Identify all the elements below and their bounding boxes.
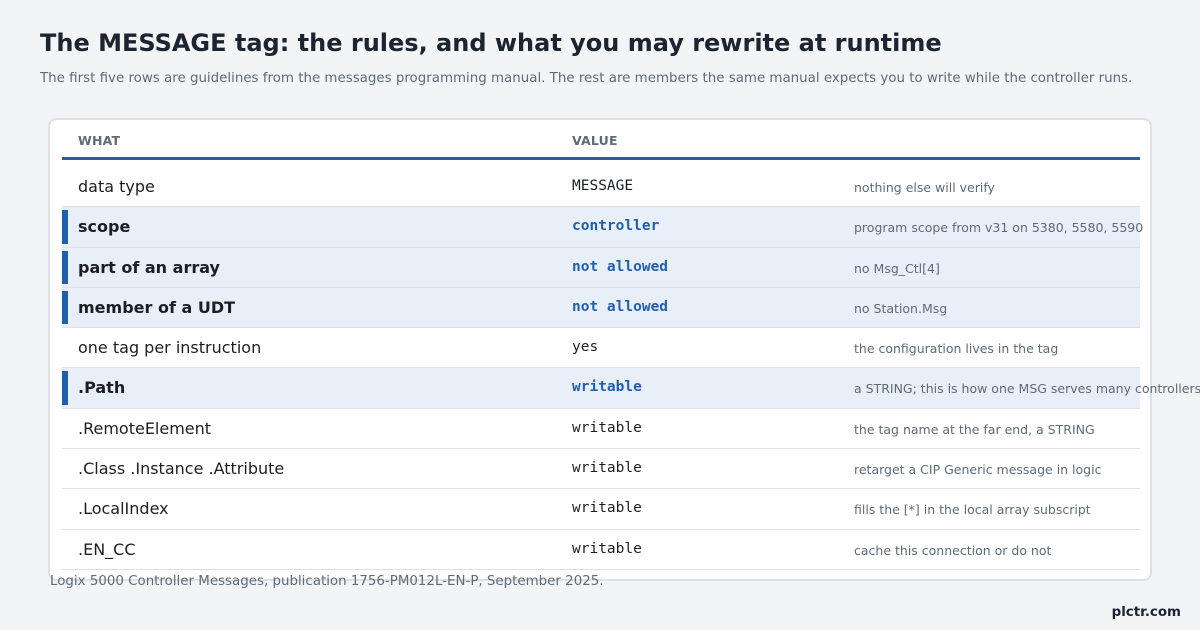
rules-table-card: WHAT VALUE data type MESSAGE nothing else …	[48, 118, 1200, 581]
page-title: The MESSAGE tag: the rules, and what you…	[40, 29, 942, 57]
table-row: data type MESSAGE nothing else will verify	[62, 167, 1140, 208]
row-value-cell: writable	[572, 540, 642, 557]
row-what-cell: .Path	[78, 378, 126, 398]
column-header-value: VALUE	[572, 133, 618, 148]
table-row: member of a UDT not allowed no Station.Msg	[62, 287, 1140, 329]
row-note-cell: no Msg_Ctl[4]	[854, 260, 940, 276]
row-note-cell: the tag name at the far end, a STRING	[854, 421, 1095, 437]
brand-logo-text: plctr.com	[1111, 605, 1181, 620]
row-note-cell: cache this connection or do not	[854, 542, 1052, 558]
row-what-cell: .RemoteElement	[78, 418, 212, 438]
table-row: .RemoteElement writable the tag name at th…	[62, 409, 1140, 450]
row-note-cell: the configuration lives in the tag	[854, 341, 1059, 357]
table-row: .LocalIndex writable fills the [*] in the …	[62, 489, 1140, 530]
row-what-cell: member of a UDT	[78, 297, 236, 317]
row-what-cell: part of an array	[78, 257, 220, 277]
row-value-cell: MESSAGE	[572, 178, 634, 194]
row-value-cell: controller	[572, 218, 660, 235]
row-what-cell: one tag per instruction	[78, 338, 262, 358]
row-what-cell: .Class .Instance .Attribute	[78, 459, 285, 479]
row-highlight-bar	[62, 290, 68, 325]
row-what-cell: scope	[78, 217, 131, 237]
row-highlight-bar	[62, 250, 68, 284]
row-note-cell: no Station.Msg	[854, 300, 948, 316]
row-value-cell: not allowed	[572, 258, 669, 275]
row-what-cell: data type	[78, 177, 155, 196]
table-header: WHAT VALUE	[62, 120, 1140, 160]
row-value-cell: writable	[572, 460, 642, 477]
table-row: .EN_CC writable cache this connection or d…	[62, 530, 1140, 570]
row-value-cell: writable	[572, 419, 642, 436]
row-what-cell: .LocalIndex	[78, 499, 169, 519]
row-what-cell: .EN_CC	[78, 539, 136, 559]
row-note-cell: program scope from v31 on 5380, 5580, 55…	[854, 220, 1144, 236]
row-note-cell: retarget a CIP Generic message in logic	[854, 462, 1102, 478]
row-highlight-bar	[62, 210, 68, 244]
table-row: one tag per instruction yes the configurat…	[62, 328, 1140, 369]
row-value-cell: not allowed	[572, 298, 669, 315]
page-subtitle: The first five rows are guidelines from …	[40, 71, 1133, 86]
table-row: part of an array not allowed no Msg_Ctl[4]	[62, 247, 1140, 288]
table-row: .Path writable a STRING; this is how one M…	[62, 368, 1200, 409]
row-note-cell: nothing else will verify	[854, 180, 995, 195]
table-row: .Class .Instance .Attribute writable retar…	[62, 449, 1140, 490]
row-value-cell: writable	[572, 500, 642, 517]
row-highlight-bar	[62, 371, 68, 405]
row-note-cell: fills the [*] in the local array subscri…	[854, 502, 1091, 518]
table-row: scope controller program scope from v31 on…	[62, 207, 1144, 248]
row-value-cell: yes	[572, 339, 599, 356]
row-value-cell: writable	[572, 379, 642, 396]
row-note-cell: a STRING; this is how one MSG serves man…	[854, 381, 1200, 397]
source-footnote: Logix 5000 Controller Messages, publicat…	[50, 574, 604, 589]
table-body: data type MESSAGE nothing else will verify…	[62, 167, 1200, 570]
column-header-what: WHAT	[78, 133, 121, 148]
